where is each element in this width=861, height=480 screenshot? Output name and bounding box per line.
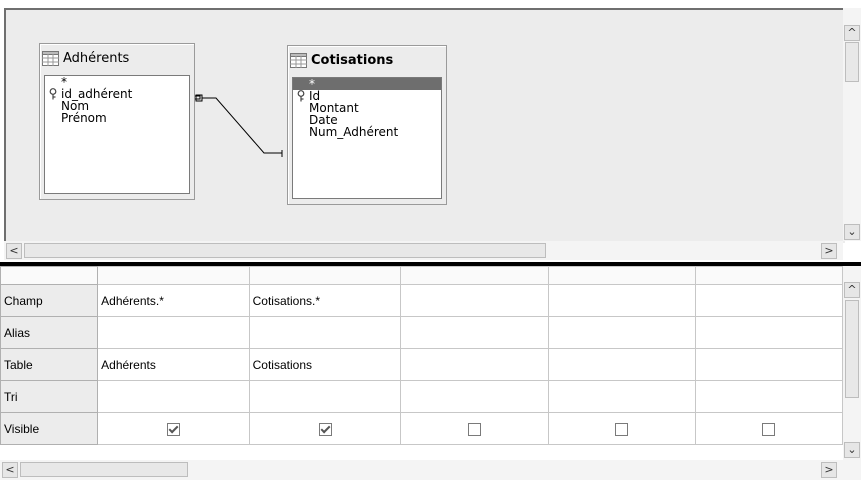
scroll-up-icon[interactable]: ^ <box>844 282 860 298</box>
primary-key-icon <box>49 88 57 100</box>
scroll-thumb[interactable] <box>845 300 859 398</box>
visible-cell <box>547 412 696 445</box>
table-grid-icon <box>290 52 307 68</box>
scroll-left-icon[interactable]: < <box>6 243 22 259</box>
row-header-corner <box>0 266 99 285</box>
row-header-tri: Tri <box>0 380 99 413</box>
grid-horizontal-scrollbar[interactable]: < > <box>0 460 843 480</box>
table-cell[interactable]: Adhérents <box>97 348 250 381</box>
row-header-champ: Champ <box>0 284 99 317</box>
row-header-alias: Alias <box>0 316 99 349</box>
column-selector-row <box>0 266 843 285</box>
table-box-adherents[interactable]: Adhérents * id_adhérent Nom Prénom <box>39 43 195 200</box>
sort-cell[interactable] <box>400 380 549 413</box>
column-selector[interactable] <box>400 266 549 285</box>
scroll-up-icon[interactable]: ^ <box>844 25 860 41</box>
visible-checkbox[interactable] <box>762 422 776 436</box>
grid-row-tri: Tri <box>0 380 843 413</box>
scroll-thumb[interactable] <box>845 42 859 82</box>
designer-vertical-scrollbar[interactable]: ^ ⌄ <box>843 8 861 241</box>
visible-checkbox[interactable] <box>468 422 482 436</box>
row-header-visible: Visible <box>0 412 99 445</box>
visible-cell <box>248 412 402 445</box>
champ-cell[interactable] <box>694 284 843 317</box>
scroll-left-icon[interactable]: < <box>2 462 18 478</box>
column-selector[interactable] <box>97 266 250 285</box>
alias-cell[interactable] <box>694 316 843 349</box>
table-box-header[interactable]: Cotisations <box>288 46 446 74</box>
column-selector[interactable] <box>547 266 696 285</box>
field-list[interactable]: * Id Montant Date Num_Adhérent <box>292 77 442 199</box>
relation-designer-pane: Adhérents * id_adhérent Nom Prénom Cotis… <box>0 0 861 262</box>
visible-cell <box>400 412 549 445</box>
table-grid-icon <box>42 50 59 66</box>
query-design-grid[interactable]: Champ Adhérents.* Cotisations.* Alias Ta… <box>0 266 843 460</box>
relation-canvas[interactable]: Adhérents * id_adhérent Nom Prénom Cotis… <box>4 8 845 243</box>
sort-cell[interactable] <box>97 380 250 413</box>
field-item[interactable]: Prénom <box>45 112 189 124</box>
alias-cell[interactable] <box>400 316 549 349</box>
grid-row-table: Table Adhérents Cotisations <box>0 348 843 381</box>
scroll-right-icon[interactable]: > <box>821 243 837 259</box>
alias-cell[interactable] <box>248 316 402 349</box>
visible-cell <box>694 412 843 445</box>
grid-row-visible: Visible <box>0 412 843 445</box>
field-item[interactable]: Num_Adhérent <box>293 126 441 138</box>
alias-cell[interactable] <box>97 316 250 349</box>
column-selector[interactable] <box>694 266 843 285</box>
visible-checkbox[interactable] <box>615 422 629 436</box>
row-header-table: Table <box>0 348 99 381</box>
champ-cell[interactable]: Adhérents.* <box>97 284 250 317</box>
grid-vertical-scrollbar[interactable]: ^ ⌄ <box>843 266 861 460</box>
scroll-down-icon[interactable]: ⌄ <box>844 224 860 240</box>
table-cell[interactable]: Cotisations <box>248 348 402 381</box>
table-cell[interactable] <box>400 348 549 381</box>
sort-cell[interactable] <box>248 380 402 413</box>
scroll-down-icon[interactable]: ⌄ <box>844 442 860 458</box>
scrollbar-corner <box>843 460 861 480</box>
table-box-cotisations[interactable]: Cotisations * Id Montant Date Num_Adhére… <box>287 45 447 205</box>
champ-cell[interactable] <box>400 284 549 317</box>
visible-checkbox[interactable] <box>318 422 332 436</box>
scroll-thumb[interactable] <box>24 243 546 258</box>
sort-cell[interactable] <box>694 380 843 413</box>
table-box-header[interactable]: Adhérents <box>40 44 194 72</box>
table-box-title: Cotisations <box>311 52 394 68</box>
column-selector[interactable] <box>248 266 402 285</box>
grid-row-alias: Alias <box>0 316 843 349</box>
champ-cell[interactable] <box>547 284 696 317</box>
table-cell[interactable] <box>694 348 843 381</box>
sort-cell[interactable] <box>547 380 696 413</box>
table-cell[interactable] <box>547 348 696 381</box>
primary-key-icon <box>297 90 305 102</box>
champ-cell[interactable]: Cotisations.* <box>248 284 402 317</box>
alias-cell[interactable] <box>547 316 696 349</box>
visible-cell <box>97 412 250 445</box>
grid-row-champ: Champ Adhérents.* Cotisations.* <box>0 284 843 317</box>
scroll-thumb[interactable] <box>20 462 188 477</box>
scroll-right-icon[interactable]: > <box>821 462 837 478</box>
visible-checkbox[interactable] <box>166 422 180 436</box>
field-list[interactable]: * id_adhérent Nom Prénom <box>44 75 190 194</box>
table-box-title: Adhérents <box>63 50 130 66</box>
designer-horizontal-scrollbar[interactable]: < > <box>4 241 843 260</box>
